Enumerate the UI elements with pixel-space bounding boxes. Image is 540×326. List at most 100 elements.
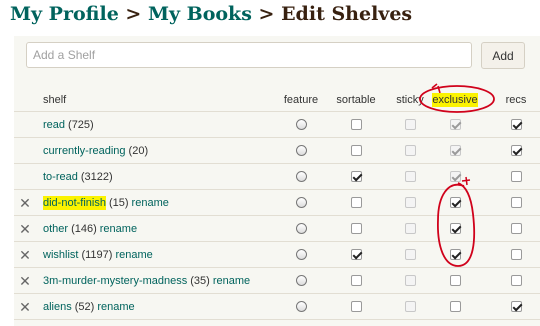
exclusive-cell: [431, 190, 479, 215]
sticky-checkbox[interactable]: [404, 275, 416, 286]
page-title: Edit Shelves: [281, 3, 413, 25]
shelf-count: (20): [128, 144, 149, 157]
exclusive-cell: [431, 294, 479, 319]
shelf-cell: 3m-murder-mystery-madness (35) rename: [43, 268, 250, 293]
add-shelf-button[interactable]: Add: [481, 42, 525, 69]
exclusive-cell: [431, 138, 479, 163]
exclusive-cell: [431, 242, 479, 267]
recs-checkbox[interactable]: [510, 249, 522, 260]
delete-shelf-button[interactable]: ✕: [14, 294, 36, 319]
sortable-checkbox[interactable]: [350, 119, 362, 130]
sortable-checkbox[interactable]: [350, 171, 362, 182]
shelf-name-link[interactable]: did-not-finish: [43, 195, 106, 210]
rename-link[interactable]: rename: [100, 223, 137, 235]
table-row: ✕ 3m-murder-mystery-madness (35) rename: [14, 268, 540, 294]
sticky-checkbox[interactable]: [404, 197, 416, 208]
delete-shelf-button[interactable]: ✕: [14, 268, 36, 293]
add-shelf-input[interactable]: [26, 42, 472, 68]
sortable-checkbox[interactable]: [350, 301, 362, 312]
exclusive-checkbox[interactable]: [449, 197, 461, 208]
shelf-name-link[interactable]: read: [43, 119, 65, 131]
close-icon: ✕: [19, 220, 31, 237]
exclusive-checkbox[interactable]: [449, 119, 461, 130]
recs-checkbox[interactable]: [510, 145, 522, 156]
shelf-name-link[interactable]: currently-reading: [43, 145, 126, 157]
sortable-checkbox[interactable]: [350, 145, 362, 156]
exclusive-checkbox[interactable]: [449, 249, 461, 260]
feature-cell: [285, 112, 317, 137]
sortable-cell: [335, 138, 377, 163]
shelf-rows: read (725) currently-reading (20) to-rea…: [14, 112, 540, 320]
exclusive-checkbox[interactable]: [449, 171, 461, 182]
shelf-name-link[interactable]: wishlist: [43, 249, 78, 261]
shelf-name-link[interactable]: 3m-murder-mystery-madness: [43, 275, 187, 287]
recs-cell: [503, 138, 529, 163]
breadcrumb-my-books-link[interactable]: My Books: [148, 3, 252, 25]
delete-shelf-button[interactable]: ✕: [14, 242, 36, 267]
feature-radio[interactable]: [295, 223, 307, 234]
sortable-checkbox[interactable]: [350, 275, 362, 286]
column-header-sortable: sortable: [336, 93, 376, 106]
exclusive-checkbox[interactable]: [449, 223, 461, 234]
sortable-checkbox[interactable]: [350, 197, 362, 208]
feature-radio[interactable]: [295, 197, 307, 208]
breadcrumb-separator: >: [125, 3, 142, 25]
sticky-checkbox[interactable]: [404, 249, 416, 260]
sticky-checkbox[interactable]: [404, 119, 416, 130]
sticky-checkbox[interactable]: [404, 145, 416, 156]
feature-cell: [285, 138, 317, 163]
sortable-cell: [335, 216, 377, 241]
recs-checkbox[interactable]: [510, 171, 522, 182]
column-header-exclusive: exclusive: [431, 88, 479, 111]
delete-shelf-button[interactable]: ✕: [14, 216, 36, 241]
shelf-count: (52): [74, 300, 95, 313]
exclusive-checkbox[interactable]: [449, 275, 461, 286]
feature-radio[interactable]: [295, 171, 307, 182]
sticky-cell: [394, 190, 426, 215]
recs-checkbox[interactable]: [510, 119, 522, 130]
feature-radio[interactable]: [295, 145, 307, 156]
shelf-name-link[interactable]: to-read: [43, 171, 78, 183]
recs-checkbox[interactable]: [510, 223, 522, 234]
shelf-cell: wishlist (1197) rename: [43, 242, 153, 267]
sticky-checkbox[interactable]: [404, 223, 416, 234]
shelf-name-link[interactable]: other: [43, 223, 68, 235]
recs-cell: [503, 268, 529, 293]
shelf-cell: read (725): [43, 112, 94, 137]
exclusive-checkbox[interactable]: [449, 301, 461, 312]
rename-link[interactable]: rename: [97, 301, 134, 313]
rename-link[interactable]: rename: [132, 197, 169, 209]
table-row: ✕ aliens (52) rename: [14, 294, 540, 320]
sticky-cell: [394, 112, 426, 137]
breadcrumb-separator: >: [258, 3, 275, 25]
sticky-cell: [394, 164, 426, 189]
sortable-checkbox[interactable]: [350, 223, 362, 234]
exclusive-cell: [431, 268, 479, 293]
delete-shelf-button[interactable]: ✕: [14, 190, 36, 215]
breadcrumb: My Profile > My Books > Edit Shelves: [10, 1, 412, 27]
recs-checkbox[interactable]: [510, 197, 522, 208]
rename-link[interactable]: rename: [115, 249, 152, 261]
column-header-exclusive-label: exclusive: [432, 92, 478, 107]
sticky-checkbox[interactable]: [404, 171, 416, 182]
feature-radio[interactable]: [295, 249, 307, 260]
sortable-checkbox[interactable]: [350, 249, 362, 260]
sticky-cell: [394, 138, 426, 163]
exclusive-cell: [431, 112, 479, 137]
shelf-name-link[interactable]: aliens: [43, 301, 72, 313]
recs-checkbox[interactable]: [510, 275, 522, 286]
sortable-cell: [335, 190, 377, 215]
recs-cell: [503, 294, 529, 319]
feature-radio[interactable]: [295, 119, 307, 130]
feature-radio[interactable]: [295, 301, 307, 312]
column-header-recs: recs: [505, 93, 527, 106]
exclusive-checkbox[interactable]: [449, 145, 461, 156]
recs-checkbox[interactable]: [510, 301, 522, 312]
shelf-cell: aliens (52) rename: [43, 294, 135, 319]
feature-radio[interactable]: [295, 275, 307, 286]
exclusive-cell: [431, 216, 479, 241]
sticky-checkbox[interactable]: [404, 301, 416, 312]
recs-cell: [503, 112, 529, 137]
breadcrumb-my-profile-link[interactable]: My Profile: [10, 3, 119, 25]
rename-link[interactable]: rename: [213, 275, 250, 287]
